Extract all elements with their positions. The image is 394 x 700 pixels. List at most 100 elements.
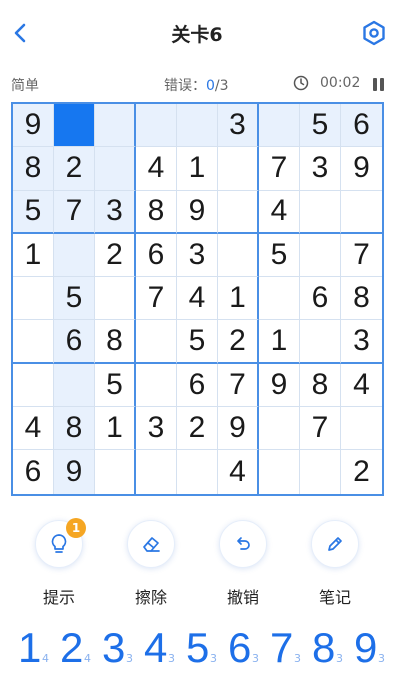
sudoku-cell[interactable]: 1 [259, 320, 300, 364]
sudoku-cell[interactable]: 9 [259, 363, 300, 408]
sudoku-cell[interactable]: 9 [13, 104, 54, 148]
back-button[interactable] [6, 17, 34, 49]
sudoku-cell[interactable]: 5 [54, 277, 95, 321]
sudoku-cell[interactable] [13, 320, 54, 364]
sudoku-cell[interactable] [95, 450, 136, 494]
sudoku-cell[interactable]: 5 [13, 190, 54, 234]
sudoku-cell[interactable] [95, 147, 136, 191]
number-key-remaining: 3 [336, 652, 343, 665]
sudoku-cell[interactable] [218, 233, 259, 278]
sudoku-cell[interactable]: 8 [13, 147, 54, 191]
erase-button[interactable]: 擦除 [116, 516, 186, 607]
number-key-7[interactable]: 73 [260, 622, 302, 678]
sudoku-cell[interactable]: 2 [95, 233, 136, 278]
sudoku-cell[interactable]: 7 [218, 363, 259, 408]
sudoku-cell[interactable] [136, 104, 177, 148]
number-key-2[interactable]: 24 [50, 622, 92, 678]
sudoku-cell[interactable] [259, 407, 300, 451]
number-key-3[interactable]: 33 [92, 622, 134, 678]
sudoku-cell[interactable]: 1 [13, 233, 54, 278]
sudoku-cell[interactable]: 4 [13, 407, 54, 451]
sudoku-cell[interactable]: 7 [300, 407, 341, 451]
sudoku-cell[interactable]: 9 [54, 450, 95, 494]
sudoku-cell[interactable]: 6 [341, 104, 382, 148]
pause-button[interactable] [372, 76, 386, 92]
sudoku-cell[interactable]: 1 [95, 407, 136, 451]
number-key-4[interactable]: 43 [134, 622, 176, 678]
sudoku-cell[interactable]: 6 [54, 320, 95, 364]
sudoku-cell[interactable]: 2 [177, 407, 218, 451]
sudoku-cell[interactable]: 8 [341, 277, 382, 321]
sudoku-cell[interactable] [13, 277, 54, 321]
sudoku-cell[interactable] [259, 104, 300, 148]
sudoku-cell[interactable]: 4 [259, 190, 300, 234]
sudoku-cell[interactable]: 6 [136, 233, 177, 278]
sudoku-cell[interactable]: 8 [136, 190, 177, 234]
sudoku-cell[interactable]: 8 [300, 363, 341, 408]
sudoku-cell[interactable]: 9 [177, 190, 218, 234]
sudoku-cell[interactable]: 7 [136, 277, 177, 321]
sudoku-cell[interactable] [136, 320, 177, 364]
notes-button[interactable]: 笔记 [300, 516, 370, 607]
sudoku-cell[interactable]: 5 [300, 104, 341, 148]
sudoku-cell[interactable]: 2 [218, 320, 259, 364]
sudoku-cell[interactable] [136, 450, 177, 494]
sudoku-cell[interactable] [341, 407, 382, 451]
sudoku-cell[interactable] [300, 450, 341, 494]
sudoku-cell[interactable] [136, 363, 177, 408]
sudoku-cell[interactable]: 1 [177, 147, 218, 191]
sudoku-cell[interactable] [177, 450, 218, 494]
sudoku-cell[interactable]: 5 [259, 233, 300, 278]
number-key-9[interactable]: 93 [344, 622, 386, 678]
sudoku-cell[interactable]: 4 [136, 147, 177, 191]
sudoku-cell[interactable]: 3 [95, 190, 136, 234]
sudoku-cell[interactable]: 7 [259, 147, 300, 191]
sudoku-cell[interactable] [95, 104, 136, 148]
sudoku-cell[interactable] [300, 233, 341, 278]
sudoku-cell[interactable] [13, 363, 54, 408]
undo-button[interactable]: 撤销 [208, 516, 278, 607]
number-key-5[interactable]: 53 [176, 622, 218, 678]
sudoku-cell[interactable] [54, 104, 95, 148]
sudoku-cell[interactable]: 6 [300, 277, 341, 321]
bulb-icon [51, 534, 67, 553]
sudoku-cell[interactable]: 9 [218, 407, 259, 451]
sudoku-cell[interactable]: 6 [13, 450, 54, 494]
sudoku-cell[interactable] [300, 320, 341, 364]
sudoku-cell[interactable] [300, 190, 341, 234]
errors-total: /3 [214, 78, 229, 94]
number-key-remaining: 3 [168, 652, 175, 665]
sudoku-cell[interactable]: 1 [218, 277, 259, 321]
sudoku-cell[interactable]: 8 [95, 320, 136, 364]
sudoku-cell[interactable]: 4 [218, 450, 259, 494]
number-key-1[interactable]: 14 [8, 622, 50, 678]
sudoku-cell[interactable]: 7 [54, 190, 95, 234]
sudoku-cell[interactable] [95, 277, 136, 321]
sudoku-cell[interactable] [341, 191, 382, 234]
sudoku-cell[interactable] [259, 277, 300, 321]
sudoku-cell[interactable]: 2 [341, 450, 382, 493]
sudoku-cell[interactable] [218, 147, 259, 191]
number-key-8[interactable]: 83 [302, 622, 344, 678]
sudoku-cell[interactable]: 3 [177, 233, 218, 278]
sudoku-cell[interactable] [54, 233, 95, 278]
sudoku-cell[interactable]: 4 [341, 364, 382, 408]
sudoku-cell[interactable] [218, 190, 259, 234]
sudoku-cell[interactable]: 3 [341, 320, 382, 364]
sudoku-cell[interactable]: 5 [95, 363, 136, 408]
sudoku-cell[interactable]: 9 [341, 147, 382, 191]
sudoku-cell[interactable] [259, 450, 300, 494]
sudoku-cell[interactable]: 3 [218, 104, 259, 148]
sudoku-cell[interactable]: 6 [177, 363, 218, 408]
sudoku-cell[interactable]: 3 [300, 147, 341, 191]
sudoku-cell[interactable]: 3 [136, 407, 177, 451]
sudoku-cell[interactable]: 2 [54, 147, 95, 191]
sudoku-cell[interactable]: 7 [341, 234, 382, 278]
sudoku-cell[interactable]: 5 [177, 320, 218, 364]
sudoku-cell[interactable]: 4 [177, 277, 218, 321]
sudoku-cell[interactable]: 8 [54, 407, 95, 451]
number-key-6[interactable]: 63 [218, 622, 260, 678]
sudoku-cell[interactable] [177, 104, 218, 148]
sudoku-cell[interactable] [54, 363, 95, 408]
settings-button[interactable] [358, 17, 390, 49]
